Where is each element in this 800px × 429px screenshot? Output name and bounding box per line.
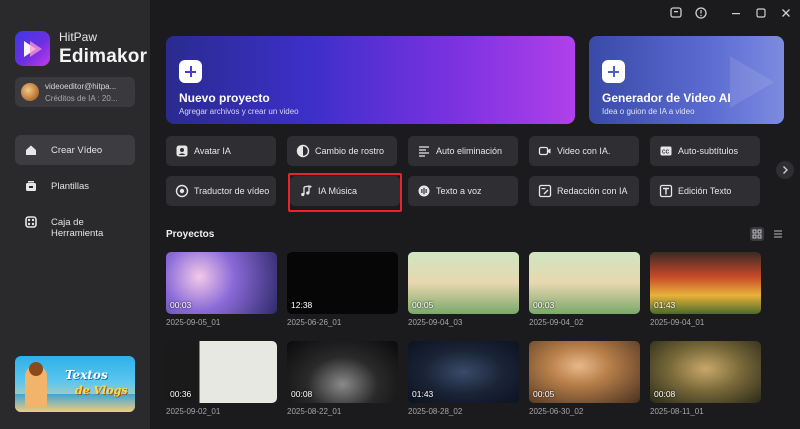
project-duration: 01:43 [412, 389, 434, 399]
brand-company: HitPaw [59, 30, 98, 44]
toolbox-icon [25, 216, 37, 228]
project-duration: 00:36 [170, 389, 192, 399]
sidebar-item-toolbox[interactable]: Caja de Herramienta [15, 207, 135, 239]
tool-label: Texto a voz [436, 186, 482, 196]
tool-ai-writing[interactable]: Redacción con IA [529, 176, 639, 206]
ai-writing-icon [538, 184, 552, 198]
project-name[interactable]: 2025-09-05_01 [166, 318, 220, 327]
project-duration: 00:03 [533, 300, 555, 310]
project-thumbnail[interactable]: 00:36 [166, 341, 277, 403]
project-duration: 00:05 [533, 389, 555, 399]
tool-auto-remove[interactable]: Auto eliminación [408, 136, 518, 166]
templates-icon [26, 181, 36, 191]
project-thumbnail[interactable]: 12:38 [287, 252, 398, 314]
project-duration: 00:08 [654, 389, 676, 399]
plus-icon [179, 60, 202, 83]
project-name[interactable]: 2025-08-22_01 [287, 407, 341, 416]
sidebar-item-create-video[interactable]: Crear Vídeo [15, 135, 135, 165]
scroll-right-button[interactable] [776, 161, 794, 179]
project-name[interactable]: 2025-09-02_01 [166, 407, 220, 416]
project-thumbnail[interactable]: 01:43 [408, 341, 519, 403]
project-name[interactable]: 2025-09-04_01 [650, 318, 704, 327]
tool-label: Edición Texto [678, 186, 732, 196]
edimakor-logo-icon [15, 31, 50, 66]
new-project-subtitle: Agregar archivos y crear un video [179, 107, 299, 116]
tool-label: Auto-subtítulos [678, 146, 739, 156]
play-decoration-icon [730, 56, 774, 108]
project-duration: 00:03 [170, 300, 192, 310]
tool-text-edit[interactable]: Edición Texto [650, 176, 760, 206]
tool-avatar-ia[interactable]: Avatar IA [166, 136, 276, 166]
tool-video-translator[interactable]: Traductor de vídeo [166, 176, 276, 206]
promo-banner[interactable]: Textos de Vlogs [15, 356, 135, 412]
svg-text:CC: CC [662, 150, 670, 156]
sidebar-item-label: Crear Vídeo [51, 145, 103, 156]
text-to-speech-icon [418, 185, 430, 197]
account-card[interactable]: videoeditor@hitpa... Créditos de IA : 20… [15, 77, 135, 107]
tool-label: Video con IA. [557, 146, 611, 156]
project-thumbnail[interactable]: 00:08 [650, 341, 761, 403]
tool-auto-subtitles[interactable]: CC Auto-subtítulos [650, 136, 760, 166]
project-name[interactable]: 2025-08-11_01 [650, 407, 704, 416]
project-name[interactable]: 2025-06-26_01 [287, 318, 341, 327]
project-thumbnail[interactable]: 00:03 [529, 252, 640, 314]
text-edit-icon [659, 184, 673, 198]
subtitles-icon: CC [660, 146, 672, 156]
sidebar-item-label: Plantillas [51, 181, 90, 192]
ai-video-icon [538, 146, 551, 156]
sidebar-item-templates[interactable]: Plantillas [15, 171, 135, 201]
sidebar: HitPaw Edimakor videoeditor@hitpa... Cré… [0, 0, 150, 429]
auto-remove-icon [419, 146, 429, 157]
tool-ai-video[interactable]: Video con IA. [529, 136, 639, 166]
grid-view-icon [752, 229, 762, 239]
minimize-icon[interactable] [729, 6, 743, 20]
brand-product: Edimakor [59, 46, 148, 67]
list-view-icon[interactable] [771, 227, 785, 241]
new-project-title: Nuevo proyecto [179, 91, 270, 105]
project-duration: 12:38 [291, 300, 313, 310]
promo-title-line2: de Vlogs [75, 384, 128, 397]
grid-view-button[interactable] [750, 227, 764, 241]
face-swap-icon [296, 144, 310, 158]
account-email: videoeditor@hitpa... [45, 82, 117, 91]
tool-label: Auto eliminación [436, 146, 503, 156]
project-thumbnail[interactable]: 00:05 [529, 341, 640, 403]
ai-video-title: Generador de Video AI [602, 91, 731, 105]
tool-face-swap[interactable]: Cambio de rostro [287, 136, 397, 166]
ai-credits: Créditos de IA : 20... [45, 94, 118, 103]
avatar [21, 83, 39, 101]
project-thumbnail[interactable]: 01:43 [650, 252, 761, 314]
plus-icon [602, 60, 625, 83]
feedback-icon[interactable] [669, 6, 683, 20]
close-icon[interactable] [779, 6, 793, 20]
project-name[interactable]: 2025-09-04_02 [529, 318, 583, 327]
tool-label: Redacción con IA [557, 186, 628, 196]
help-icon[interactable] [694, 6, 708, 20]
selection-highlight [288, 173, 402, 212]
sidebar-item-label: Caja de Herramienta [51, 217, 104, 239]
project-thumbnail[interactable]: 00:03 [166, 252, 277, 314]
home-icon [26, 145, 36, 155]
project-name[interactable]: 2025-06-30_02 [529, 407, 583, 416]
project-thumbnail[interactable]: 00:05 [408, 252, 519, 314]
chevron-right-icon [783, 166, 788, 174]
project-duration: 01:43 [654, 300, 676, 310]
tool-label: Traductor de vídeo [194, 186, 270, 196]
tool-label: Avatar IA [194, 146, 231, 156]
project-duration: 00:05 [412, 300, 434, 310]
avatar-icon [176, 145, 188, 157]
project-duration: 00:08 [291, 389, 313, 399]
projects-title: Proyectos [166, 229, 215, 240]
project-name[interactable]: 2025-09-04_03 [408, 318, 462, 327]
project-thumbnail[interactable]: 00:08 [287, 341, 398, 403]
project-name[interactable]: 2025-08-28_02 [408, 407, 462, 416]
tool-text-to-speech[interactable]: Texto a voz [408, 176, 518, 206]
new-project-card[interactable]: Nuevo proyecto Agregar archivos y crear … [166, 36, 575, 124]
translate-icon [175, 184, 189, 198]
ai-video-generator-card[interactable]: Generador de Video AI Idea o guion de IA… [589, 36, 784, 124]
ai-video-subtitle: Idea o guion de IA a video [602, 107, 695, 116]
maximize-icon[interactable] [754, 6, 768, 20]
tool-label: Cambio de rostro [315, 146, 385, 156]
promo-title-line1: Textos [65, 368, 108, 382]
